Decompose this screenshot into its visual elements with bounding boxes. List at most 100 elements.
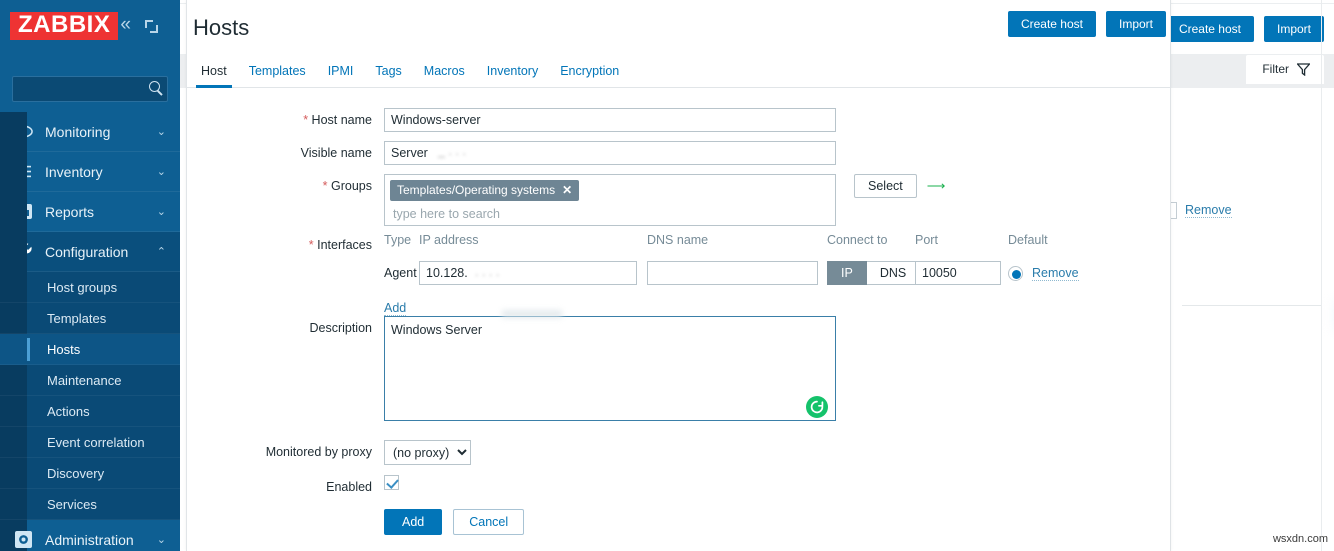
- col-dns-name: DNS name: [647, 233, 709, 247]
- create-host-button[interactable]: Create host: [1165, 16, 1254, 42]
- filter-tab[interactable]: Filter: [1246, 55, 1324, 84]
- description-textarea[interactable]: Windows Server: [384, 316, 836, 421]
- watermark: wsxdn.com: [1272, 533, 1328, 545]
- modal-create-host-button[interactable]: Create host: [1007, 11, 1096, 37]
- sidebar-item-hosts[interactable]: Hosts: [0, 334, 180, 365]
- expand-icon[interactable]: [145, 20, 158, 33]
- sidebar-header-icons: «: [120, 15, 158, 34]
- close-icon[interactable]: ✕: [562, 183, 572, 197]
- field-host-name: * Host name: [209, 108, 836, 132]
- sidebar-item-administration[interactable]: Administration ⌄: [0, 520, 180, 551]
- interface-port-input[interactable]: [915, 261, 1001, 285]
- modal-header-actions: Create host Import: [1007, 11, 1166, 37]
- sidebar-item-inventory[interactable]: Inventory ⌄: [0, 152, 180, 192]
- col-ip-address: IP address: [419, 233, 479, 247]
- background-remove-link[interactable]: Remove: [1185, 203, 1232, 218]
- col-default: Default: [1008, 233, 1048, 247]
- host-name-input[interactable]: [384, 108, 836, 132]
- visible-name-label: Visible name: [300, 146, 372, 160]
- gear-icon: [13, 530, 33, 550]
- sidebar-submenu-configuration: Host groups Templates Hosts Maintenance …: [0, 112, 180, 551]
- sidebar-item-services[interactable]: Services: [0, 489, 180, 520]
- connect-to-ip-option[interactable]: IP: [827, 261, 867, 285]
- tab-macros[interactable]: Macros: [413, 64, 476, 87]
- import-button[interactable]: Import: [1263, 16, 1324, 42]
- label-text: Groups: [331, 179, 372, 193]
- sidebar-item-monitoring[interactable]: Monitoring ⌄: [0, 112, 180, 152]
- interface-add-link[interactable]: Add: [384, 301, 407, 316]
- grammarly-refresh-icon[interactable]: [806, 396, 828, 418]
- modal-title: Hosts: [193, 15, 250, 40]
- filter-funnel-icon: [1297, 62, 1310, 76]
- tab-ipmi[interactable]: IPMI: [317, 64, 365, 87]
- enabled-checkbox[interactable]: [384, 475, 399, 490]
- tab-tags[interactable]: Tags: [364, 64, 412, 87]
- required-marker: *: [308, 238, 314, 252]
- chevron-down-icon: ⌄: [156, 166, 166, 178]
- sidebar-item-event-correlation[interactable]: Event correlation: [0, 427, 180, 458]
- app-root: ZABBIX « Monitoring ⌄ Inventory ⌄ Report…: [0, 0, 1334, 551]
- page-right-divider: [1321, 0, 1322, 551]
- background-divider: [1182, 305, 1322, 306]
- col-port: Port: [915, 233, 938, 247]
- sidebar: ZABBIX « Monitoring ⌄ Inventory ⌄ Report…: [0, 0, 180, 551]
- sidebar-header: ZABBIX «: [0, 0, 180, 46]
- zabbix-logo: ZABBIX: [10, 12, 119, 40]
- sidebar-item-actions[interactable]: Actions: [0, 396, 180, 427]
- sidebar-subitem-label: Actions: [47, 403, 90, 419]
- field-visible-name: Visible name _ . . .: [209, 141, 836, 165]
- chevron-up-icon: ⌃: [156, 246, 166, 258]
- sidebar-search[interactable]: [12, 76, 168, 102]
- interface-remove-link[interactable]: Remove: [1032, 266, 1079, 281]
- interface-ip-input[interactable]: [419, 261, 637, 285]
- sidebar-subitem-label: Maintenance: [47, 372, 122, 388]
- modal-import-button[interactable]: Import: [1105, 11, 1166, 37]
- sidebar-subitem-label: Hosts: [47, 341, 81, 357]
- chevron-double-left-icon[interactable]: «: [120, 15, 131, 34]
- sidebar-item-discovery[interactable]: Discovery: [0, 458, 180, 489]
- search-icon: [149, 81, 160, 92]
- interface-ip-obscured-text: . . . .: [475, 265, 500, 279]
- enabled-label: Enabled: [326, 480, 372, 494]
- tab-encryption[interactable]: Encryption: [549, 64, 630, 87]
- chevron-down-icon: ⌄: [156, 534, 166, 546]
- sidebar-item-label: Monitoring: [45, 123, 111, 140]
- interface-dns-input[interactable]: [647, 261, 818, 285]
- description-artifact: [502, 310, 562, 318]
- interfaces-label: * Interfaces: [209, 233, 384, 257]
- tab-templates[interactable]: Templates: [238, 64, 317, 87]
- sidebar-item-configuration[interactable]: Configuration ⌃: [0, 232, 180, 272]
- label-text: Host name: [311, 113, 372, 127]
- description-label: Description: [309, 321, 372, 335]
- interface-default-radio[interactable]: [1008, 265, 1023, 281]
- sidebar-item-label: Reports: [45, 203, 95, 220]
- field-groups: * Groups Templates/Operating systems ✕ t…: [209, 174, 945, 226]
- sidebar-item-maintenance[interactable]: Maintenance: [0, 365, 180, 396]
- connect-to-dns-option[interactable]: DNS: [866, 261, 921, 285]
- sidebar-item-label: Inventory: [45, 163, 103, 180]
- host-edit-panel: Hosts Create host Import Host Templates …: [186, 0, 1171, 551]
- groups-search-placeholder[interactable]: type here to search: [390, 201, 830, 221]
- cancel-button[interactable]: Cancel: [453, 509, 525, 535]
- sidebar-item-host-groups[interactable]: Host groups: [0, 272, 180, 303]
- host-name-label: * Host name: [209, 108, 384, 132]
- sidebar-subitem-label: Event correlation: [47, 434, 145, 450]
- connect-to-toggle[interactable]: IP DNS: [827, 261, 921, 285]
- interface-default-cell: Remove: [1008, 265, 1098, 281]
- monitored-by-proxy-label: Monitored by proxy: [265, 445, 372, 459]
- monitored-by-proxy-select[interactable]: (no proxy): [384, 440, 471, 465]
- tab-host[interactable]: Host: [190, 64, 238, 88]
- interfaces-header-row: Type IP address DNS name Connect to Port…: [384, 233, 1098, 247]
- col-connect-to: Connect to: [827, 233, 888, 247]
- sidebar-item-label: Configuration: [45, 243, 129, 260]
- tab-inventory[interactable]: Inventory: [476, 64, 549, 87]
- add-button[interactable]: Add: [384, 509, 443, 535]
- sidebar-subitem-label: Services: [47, 496, 97, 512]
- sidebar-item-reports[interactable]: Reports ⌄: [0, 192, 180, 232]
- search-input[interactable]: [13, 77, 139, 101]
- required-marker: *: [303, 113, 309, 127]
- groups-multiselect[interactable]: Templates/Operating systems ✕ type here …: [384, 174, 836, 226]
- sidebar-item-templates[interactable]: Templates: [0, 303, 180, 334]
- group-chip: Templates/Operating systems ✕: [390, 180, 580, 201]
- groups-select-button[interactable]: Select: [854, 174, 917, 198]
